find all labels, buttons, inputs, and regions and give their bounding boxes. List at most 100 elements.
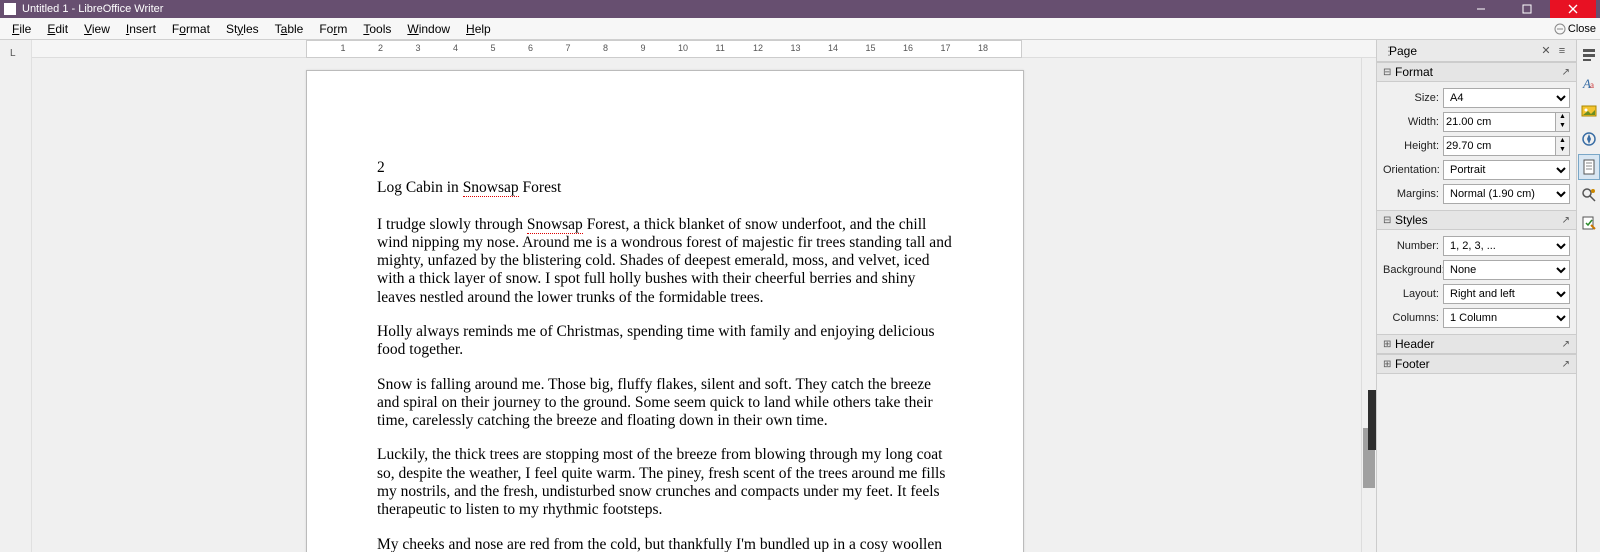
number-select[interactable]: 1, 2, 3, ... xyxy=(1443,236,1570,256)
ruler-number: 2 xyxy=(378,43,383,53)
minimize-button[interactable] xyxy=(1458,0,1504,18)
expand-icon: ⊞ xyxy=(1383,359,1395,370)
ruler-number: 11 xyxy=(716,43,725,53)
width-label: Width: xyxy=(1383,116,1443,128)
paragraph: Holly always reminds me of Christmas, sp… xyxy=(377,323,953,360)
document-viewport[interactable]: 2 Log Cabin in Snowsap Forest I trudge s… xyxy=(32,58,1376,552)
sidebar-dock: Aa xyxy=(1576,40,1600,552)
ruler-number: 8 xyxy=(603,43,608,53)
ruler-number: 16 xyxy=(903,43,913,53)
ruler-number: 7 xyxy=(566,43,571,53)
ruler-number: 12 xyxy=(753,43,763,53)
dock-styles-icon[interactable]: Aa xyxy=(1578,70,1600,96)
columns-label: Columns: xyxy=(1383,312,1443,324)
menubar: File Edit View Insert Format Styles Tabl… xyxy=(0,18,1600,40)
ruler-number: 5 xyxy=(491,43,496,53)
paragraph: I trudge slowly through Snowsap Forest, … xyxy=(377,216,953,307)
page[interactable]: 2 Log Cabin in Snowsap Forest I trudge s… xyxy=(306,70,1024,552)
document-icon xyxy=(4,3,16,15)
menu-table[interactable]: Table xyxy=(267,20,312,38)
ruler-number: 17 xyxy=(941,43,951,53)
menu-window[interactable]: Window xyxy=(399,20,458,38)
collapse-icon: ⊟ xyxy=(1383,67,1395,78)
layout-select[interactable]: Right and left xyxy=(1443,284,1570,304)
height-input[interactable] xyxy=(1443,136,1556,156)
collapse-icon: ⊟ xyxy=(1383,215,1395,226)
menu-view[interactable]: View xyxy=(76,20,118,38)
section-format-header[interactable]: ⊟ Format ↗ xyxy=(1377,62,1576,82)
close-document-button[interactable]: Close xyxy=(1550,18,1600,40)
more-options-icon[interactable]: ↗ xyxy=(1562,339,1570,350)
menu-help[interactable]: Help xyxy=(458,20,499,38)
vertical-scrollbar[interactable] xyxy=(1361,58,1376,552)
height-spinner[interactable]: ▲▼ xyxy=(1556,136,1570,156)
svg-text:a: a xyxy=(1590,80,1594,90)
dock-manage-changes-icon[interactable] xyxy=(1578,210,1600,236)
section-format-body: Size: A4 Width: ▲▼ Height: ▲▼ Orientatio… xyxy=(1377,82,1576,210)
sidebar-header: ⋮ Page ✕ ≡ xyxy=(1377,40,1576,62)
section-styles-body: Number: 1, 2, 3, ... Background: None La… xyxy=(1377,230,1576,334)
maximize-button[interactable] xyxy=(1504,0,1550,18)
menu-tools[interactable]: Tools xyxy=(355,20,399,38)
ruler-number: 18 xyxy=(978,43,988,53)
window-title: Untitled 1 - LibreOffice Writer xyxy=(22,3,163,15)
section-footer-header[interactable]: ⊞ Footer ↗ xyxy=(1377,354,1576,374)
section-header-header[interactable]: ⊞ Header ↗ xyxy=(1377,334,1576,354)
orientation-label: Orientation: xyxy=(1383,164,1443,176)
margins-label: Margins: xyxy=(1383,188,1443,200)
dock-style-inspector-icon[interactable] xyxy=(1578,182,1600,208)
more-options-icon[interactable]: ↗ xyxy=(1562,215,1570,226)
dock-gallery-icon[interactable] xyxy=(1578,98,1600,124)
horizontal-ruler[interactable]: 123456789101112131415161718 xyxy=(32,40,1376,58)
close-icon xyxy=(1554,23,1566,35)
dock-properties-icon[interactable] xyxy=(1578,42,1600,68)
background-label: Background: xyxy=(1383,264,1443,276)
menu-format[interactable]: Format xyxy=(164,20,218,38)
dock-navigator-icon[interactable] xyxy=(1578,126,1600,152)
ruler-corner: L xyxy=(0,40,31,67)
close-sidebar-button[interactable]: ✕ xyxy=(1538,44,1554,57)
sidebar-menu-button[interactable]: ≡ xyxy=(1554,45,1570,57)
sidebar-title: Page xyxy=(1389,44,1417,58)
sidebar-collapse-handle[interactable] xyxy=(1368,390,1376,450)
close-window-button[interactable] xyxy=(1550,0,1596,18)
text-cursor-line xyxy=(377,200,953,216)
ruler-number: 1 xyxy=(341,43,346,53)
menu-form[interactable]: Form xyxy=(311,20,355,38)
document-area: 123456789101112131415161718 2 Log Cabin … xyxy=(32,40,1376,552)
paragraph: Snow is falling around me. Those big, fl… xyxy=(377,376,953,431)
size-label: Size: xyxy=(1383,92,1443,104)
ruler-number: 9 xyxy=(641,43,646,53)
menu-styles[interactable]: Styles xyxy=(218,20,267,38)
dock-page-icon[interactable] xyxy=(1578,154,1600,180)
spellcheck-word: Snowsap xyxy=(463,179,519,197)
menu-insert[interactable]: Insert xyxy=(118,20,164,38)
expand-icon: ⊞ xyxy=(1383,339,1395,350)
paragraph: Luckily, the thick trees are stopping mo… xyxy=(377,446,953,519)
section-styles-header[interactable]: ⊟ Styles ↗ xyxy=(1377,210,1576,230)
columns-select[interactable]: 1 Column xyxy=(1443,308,1570,328)
menu-edit[interactable]: Edit xyxy=(39,20,76,38)
margins-select[interactable]: Normal (1.90 cm) xyxy=(1443,184,1570,204)
page-number: 2 xyxy=(377,159,953,177)
layout-label: Layout: xyxy=(1383,288,1443,300)
ruler-number: 15 xyxy=(866,43,876,53)
ruler-number: 13 xyxy=(791,43,801,53)
size-select[interactable]: A4 xyxy=(1443,88,1570,108)
ruler-number: 14 xyxy=(828,43,838,53)
width-input[interactable] xyxy=(1443,112,1556,132)
more-options-icon[interactable]: ↗ xyxy=(1562,359,1570,370)
ruler-number: 4 xyxy=(453,43,458,53)
menu-file[interactable]: File xyxy=(4,20,39,38)
width-spinner[interactable]: ▲▼ xyxy=(1556,112,1570,132)
background-select[interactable]: None xyxy=(1443,260,1570,280)
titlebar: Untitled 1 - LibreOffice Writer xyxy=(0,0,1600,18)
ruler-number: 10 xyxy=(678,43,688,53)
left-ruler-area: L xyxy=(0,40,32,552)
ruler-number: 6 xyxy=(528,43,533,53)
document-heading: Log Cabin in Snowsap Forest xyxy=(377,179,953,197)
more-options-icon[interactable]: ↗ xyxy=(1562,67,1570,78)
number-label: Number: xyxy=(1383,240,1443,252)
orientation-select[interactable]: Portrait xyxy=(1443,160,1570,180)
ruler-number: 3 xyxy=(416,43,421,53)
